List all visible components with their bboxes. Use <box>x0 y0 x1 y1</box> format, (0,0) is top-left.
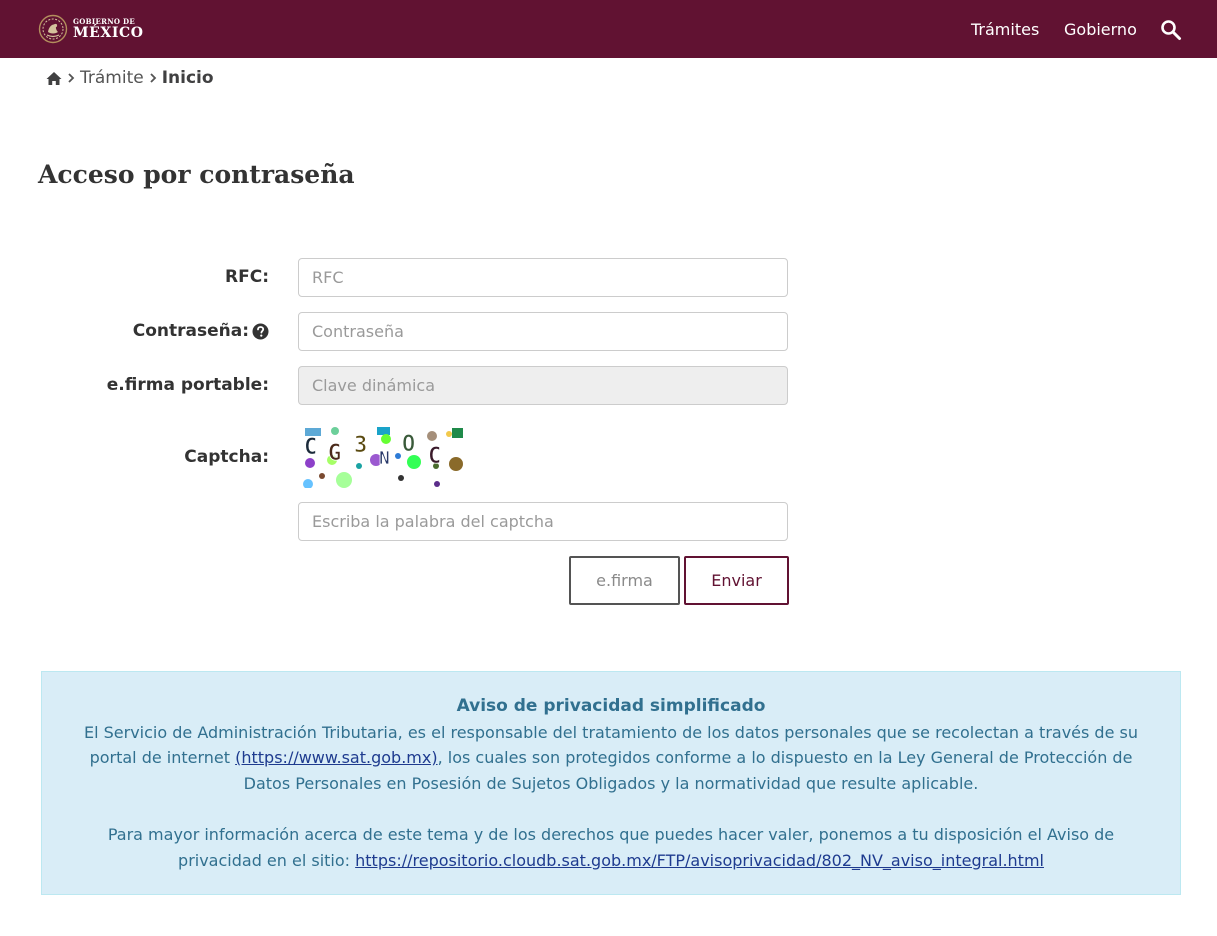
privacy-notice-paragraph-1: El Servicio de Administración Tributaria… <box>76 720 1146 797</box>
privacy-notice-full-link[interactable]: https://repositorio.cloudb.sat.gob.mx/FT… <box>355 851 1044 870</box>
captcha-image: C G 3 N O C <box>302 426 464 488</box>
password-input[interactable] <box>298 312 788 351</box>
chevron-right-icon <box>150 73 156 83</box>
privacy-notice-paragraph-2: Para mayor información acerca de este te… <box>76 822 1146 873</box>
breadcrumb-item-tramite[interactable]: Trámite <box>80 68 144 88</box>
breadcrumb-item-inicio: Inicio <box>161 68 214 88</box>
page-title: Acceso por contraseña <box>38 160 355 189</box>
efirma-portable-label: e.firma portable: <box>107 375 269 395</box>
efirma-portable-label-text: e.firma portable: <box>106 375 269 395</box>
question-circle-icon[interactable] <box>252 323 269 340</box>
efirma-button[interactable]: e.firma <box>569 556 680 605</box>
chevron-right-icon <box>68 73 75 83</box>
gobierno-de-mexico-logo[interactable]: GOBIERNO DE MÉXICO <box>38 12 144 46</box>
sat-website-link[interactable]: (https://www.sat.gob.mx) <box>235 748 437 767</box>
nav-link-tramites[interactable]: Trámites <box>971 20 1039 40</box>
svg-text:C: C <box>428 444 441 469</box>
captcha-label: Captcha: <box>184 447 269 467</box>
rfc-label-text: RFC: <box>225 267 269 287</box>
dynamic-key-input <box>298 366 788 405</box>
captcha-label-text: Captcha: <box>184 447 269 467</box>
top-navbar: GOBIERNO DE MÉXICO Trámites Gobierno <box>0 0 1217 58</box>
rfc-input[interactable] <box>298 258 788 297</box>
svg-text:C: C <box>304 435 317 460</box>
home-icon[interactable] <box>46 71 62 86</box>
logo-line-1: GOBIERNO DE <box>73 17 136 26</box>
nav-link-gobierno[interactable]: Gobierno <box>1064 20 1137 40</box>
captcha-input[interactable] <box>298 502 788 541</box>
privacy-notice: Aviso de privacidad simplificado El Serv… <box>41 671 1181 895</box>
svg-text:O: O <box>402 432 415 457</box>
password-label: Contraseña: <box>133 321 269 341</box>
national-seal-icon <box>38 14 68 44</box>
rfc-label: RFC: <box>225 267 269 287</box>
logo-line-2: MÉXICO <box>73 25 144 41</box>
password-label-text: Contraseña: <box>132 321 249 341</box>
search-icon[interactable] <box>1160 19 1182 41</box>
svg-text:N: N <box>379 448 390 469</box>
svg-text:G: G <box>328 441 341 466</box>
svg-text:3: 3 <box>354 433 367 458</box>
breadcrumb: Trámite Inicio <box>46 67 214 89</box>
logo-wordmark: GOBIERNO DE MÉXICO <box>73 18 144 40</box>
privacy-notice-title: Aviso de privacidad simplificado <box>456 696 766 716</box>
submit-button[interactable]: Enviar <box>684 556 789 605</box>
